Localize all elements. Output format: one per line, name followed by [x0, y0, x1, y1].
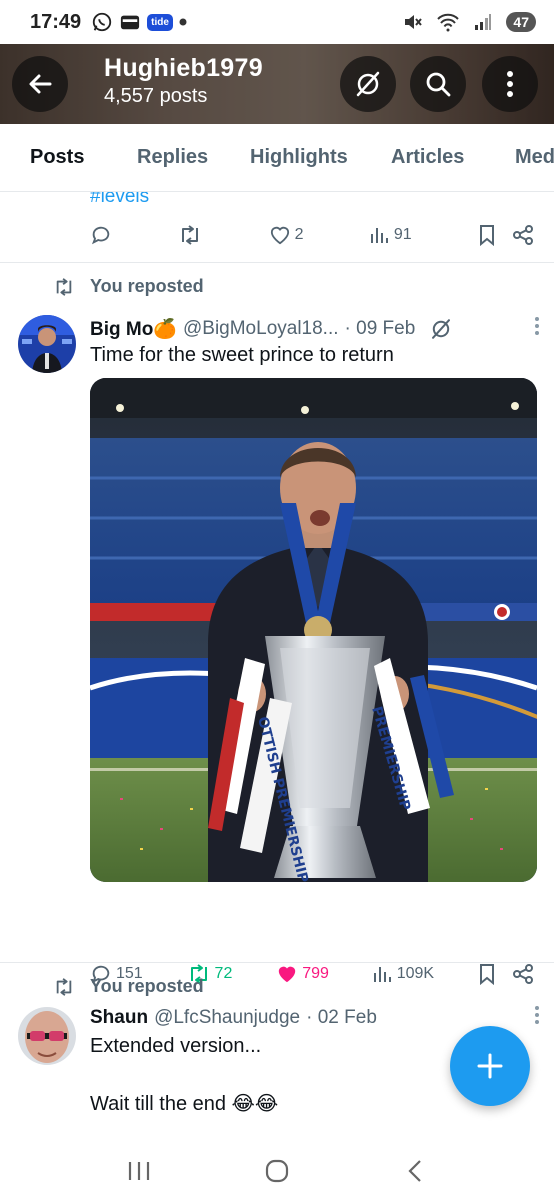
bookmark-icon[interactable]	[478, 224, 496, 246]
profile-title: Hughieb1979 4,557 posts	[104, 54, 263, 108]
avatar[interactable]	[18, 315, 76, 373]
profile-tabs: Posts Replies Highlights Articles Media	[0, 124, 554, 192]
status-bar: 17:49 tide 47	[0, 0, 554, 44]
chevron-left-icon	[408, 1160, 421, 1182]
tab-highlights[interactable]: Highlights	[250, 146, 348, 169]
tab-media[interactable]: Media	[515, 146, 554, 169]
post-header: Shaun @LfcShaunjudge · 02 Feb	[90, 1005, 540, 1031]
author-name[interactable]: Big Mo🍊	[90, 317, 177, 341]
notification-dot-icon	[179, 18, 187, 26]
repost-indicator: You reposted	[52, 976, 204, 997]
post-date[interactable]: · 09 Feb	[345, 318, 416, 340]
tab-posts[interactable]: Posts	[30, 146, 84, 169]
search-button[interactable]	[410, 56, 466, 112]
reply-icon	[91, 226, 110, 245]
share-icon[interactable]	[512, 224, 534, 246]
vertical-dots-icon	[535, 1006, 539, 1024]
home-button[interactable]	[247, 1149, 307, 1193]
post-card[interactable]: You reposted Big Mo🍊 @BigMoLoyal18... · …	[0, 263, 554, 985]
repost-label: You reposted	[90, 976, 204, 996]
home-icon	[265, 1159, 289, 1183]
mute-icon	[402, 12, 423, 32]
compose-post-button[interactable]	[450, 1026, 530, 1106]
profile-post-count: 4,557 posts	[104, 85, 208, 107]
search-icon	[426, 72, 451, 97]
grok-icon	[356, 71, 380, 97]
tab-articles[interactable]: Articles	[391, 146, 464, 169]
views-icon	[370, 228, 388, 243]
plus-icon	[477, 1053, 503, 1079]
post-text-line-2: Wait till the end 😂😂	[90, 1093, 279, 1115]
timeline-feed: #levels 2 91 You reposted Big Mo🍊 @BigMo…	[0, 192, 554, 1142]
back-nav-button[interactable]	[385, 1149, 445, 1193]
profile-name: Hughieb1979	[104, 54, 263, 82]
arrow-left-icon	[29, 74, 52, 94]
view-count: 91	[393, 226, 412, 243]
repost-label: You reposted	[90, 276, 204, 296]
repost-button[interactable]	[178, 224, 202, 246]
tab-replies[interactable]: Replies	[137, 146, 208, 169]
post-more-button[interactable]	[534, 1005, 540, 1031]
author-name[interactable]: Shaun	[90, 1007, 148, 1029]
post-text: Time for the sweet prince to return	[90, 344, 394, 366]
profile-header: Hughieb1979 4,557 posts	[0, 44, 554, 124]
post-date[interactable]: · 02 Feb	[306, 1007, 377, 1029]
post-text-line-1: Extended version...	[90, 1035, 262, 1057]
views-button[interactable]: 91	[370, 225, 412, 245]
status-time: 17:49	[30, 10, 82, 33]
post-header: Big Mo🍊 @BigMoLoyal18... · 09 Feb	[90, 316, 540, 342]
recent-apps-icon	[128, 1162, 150, 1180]
repost-indicator: You reposted	[52, 276, 204, 297]
more-options-button[interactable]	[482, 56, 538, 112]
whatsapp-icon	[91, 11, 113, 33]
wifi-icon	[436, 12, 460, 32]
previous-post-actions: 2 91	[90, 224, 534, 246]
repost-icon	[56, 277, 72, 296]
repost-icon	[182, 225, 199, 245]
author-handle[interactable]: @LfcShaunjudge	[154, 1007, 300, 1029]
tide-app-icon: tide	[147, 13, 173, 31]
like-count: 2	[294, 226, 304, 243]
tab-posts-label: Posts	[30, 146, 85, 168]
battery-indicator: 47	[506, 12, 536, 32]
vertical-dots-icon	[507, 71, 513, 97]
reply-button[interactable]	[90, 224, 112, 246]
recent-apps-button[interactable]	[109, 1149, 169, 1193]
heart-outline-icon	[270, 226, 289, 245]
back-button[interactable]	[12, 56, 68, 112]
grok-button[interactable]	[340, 56, 396, 112]
hashtag-link[interactable]: #levels	[90, 192, 149, 208]
post-media-image[interactable]: OTTISH PREMIERSHIP PREMIERSHIP	[90, 378, 537, 882]
post-more-button[interactable]	[534, 316, 540, 342]
wallet-icon	[119, 12, 141, 32]
system-nav-bar	[0, 1142, 554, 1200]
signal-icon	[474, 13, 492, 31]
like-button[interactable]: 2	[269, 225, 304, 245]
repost-icon	[56, 977, 72, 996]
grok-icon[interactable]	[429, 317, 453, 341]
vertical-dots-icon	[535, 317, 539, 335]
avatar[interactable]	[18, 1007, 76, 1065]
author-handle[interactable]: @BigMoLoyal18...	[183, 318, 339, 340]
